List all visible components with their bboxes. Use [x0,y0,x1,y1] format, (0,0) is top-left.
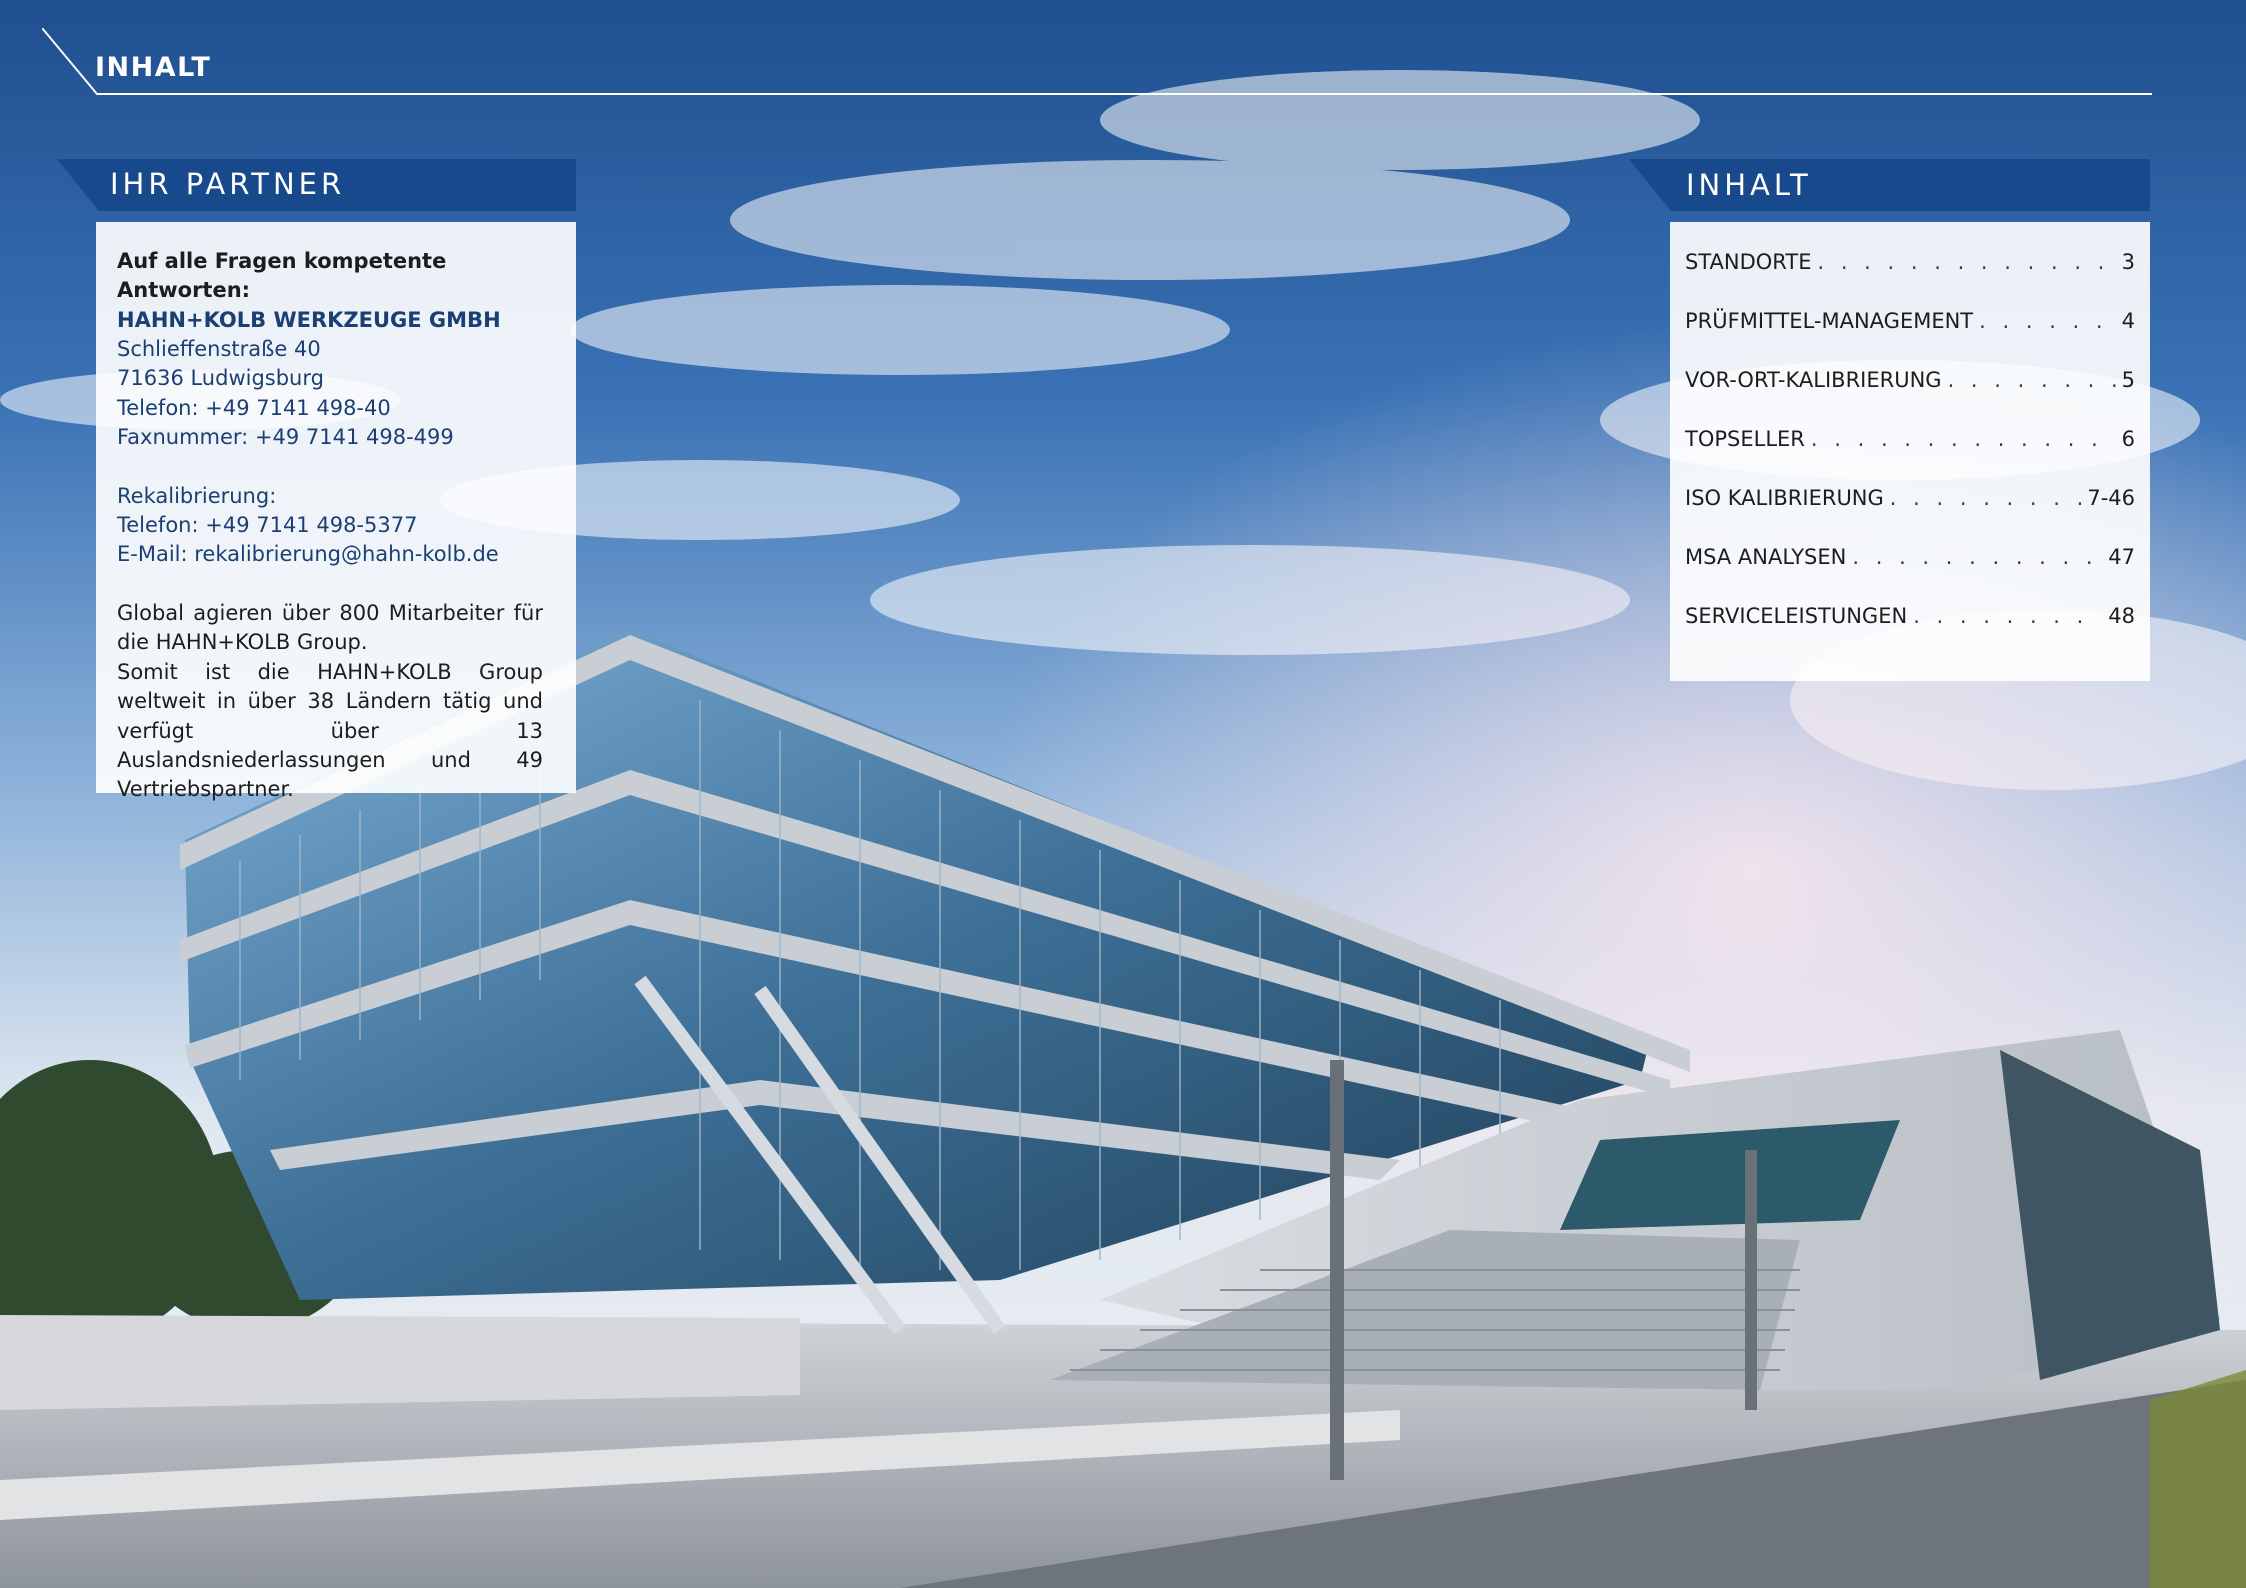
toc-leader: . . . . . . . . . . . . . . . . . . . . … [1852,545,2102,569]
toc-item-label: VOR-ORT-KALIBRIERUNG [1685,368,1942,392]
recalibration-email: E-Mail: rekalibrierung@hahn-kolb.de [117,542,499,566]
toc-item[interactable]: MSA ANALYSEN . . . . . . . . . . . . . .… [1685,545,2135,575]
toc-leader: . . . . . . . . . . . . . . . . . . . . … [1913,604,2102,628]
toc-item-page: 5 [2121,368,2135,392]
partner-body-1: Global agieren über 800 Mitarbeiter für … [117,601,543,655]
toc-item-page: 48 [2108,604,2135,628]
toc-item-label: PRÜFMITTEL-MANAGEMENT [1685,309,1974,333]
partner-intro: Auf alle Fragen kompetente Antworten: [117,249,447,303]
address-street: Schlieffenstraße 40 [117,337,321,361]
toc-item[interactable]: ISO KALIBRIERUNG . . . . . . . . . . . .… [1685,486,2135,516]
phone-number: Telefon: +49 7141 498-40 [117,396,391,420]
page-title: INHALT [95,52,212,83]
toc-item[interactable]: STANDORTE . . . . . . . . . . . . . . . … [1685,250,2135,280]
toc-item[interactable]: SERVICELEISTUNGEN . . . . . . . . . . . … [1685,604,2135,634]
partner-body-2: Somit ist die HAHN+KOLB Group weltweit i… [117,660,543,802]
toc-item-page: 7-46 [2087,486,2135,510]
toc-item-label: SERVICELEISTUNGEN [1685,604,1908,628]
toc-item-label: MSA ANALYSEN [1685,545,1847,569]
recalibration-phone: Telefon: +49 7141 498-5377 [117,513,418,537]
toc-leader: . . . . . . . . . . . . . . . . . . . . … [1979,309,2115,333]
toc-item-label: TOPSELLER [1685,427,1805,451]
toc-heading: INHALT [1686,168,1812,202]
header-rule [42,28,2152,95]
toc-leader: . . . . . . . . . . . . . . . . . . . . … [1810,427,2116,451]
toc-item[interactable]: TOPSELLER . . . . . . . . . . . . . . . … [1685,427,2135,457]
toc-item-label: STANDORTE [1685,250,1812,274]
toc-item-label: ISO KALIBRIERUNG [1685,486,1884,510]
toc-item[interactable]: VOR-ORT-KALIBRIERUNG . . . . . . . . . .… [1685,368,2135,398]
toc-leader: . . . . . . . . . . . . . . . . . . . . … [1889,486,2082,510]
toc-leader: . . . . . . . . . . . . . . . . . . . . … [1817,250,2115,274]
toc-item[interactable]: PRÜFMITTEL-MANAGEMENT . . . . . . . . . … [1685,309,2135,339]
partner-heading: IHR PARTNER [110,167,346,201]
partner-panel: Auf alle Fragen kompetente Antworten: HA… [96,222,576,801]
recalibration-label: Rekalibrierung: [117,484,277,508]
toc-item-page: 6 [2121,427,2135,451]
toc-item-page: 4 [2121,309,2135,333]
toc-item-page: 3 [2121,250,2135,274]
toc-panel: STANDORTE . . . . . . . . . . . . . . . … [1670,222,2150,681]
toc-leader: . . . . . . . . . . . . . . . . . . . . … [1947,368,2116,392]
toc-item-page: 47 [2108,545,2135,569]
fax-number: Faxnummer: +49 7141 498-499 [117,425,454,449]
company-name: HAHN+KOLB WERKZEUGE GMBH [117,308,501,332]
address-city: 71636 Ludwigsburg [117,366,324,390]
